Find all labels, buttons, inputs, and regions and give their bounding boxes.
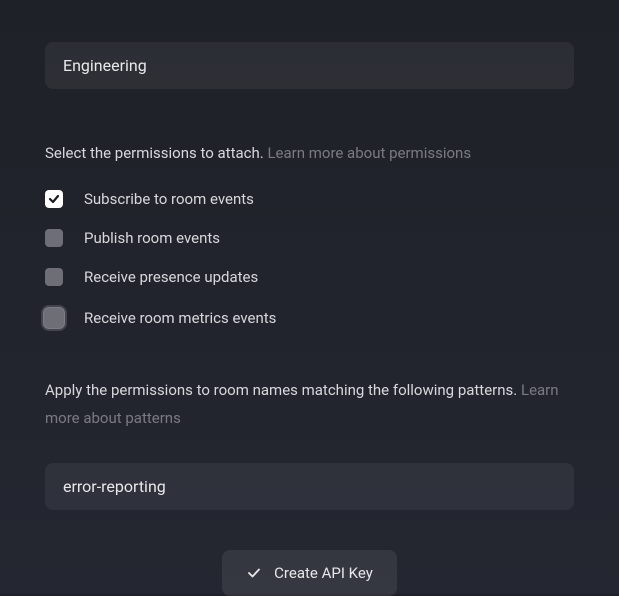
permission-publish-room-events[interactable]: Publish room events xyxy=(45,229,574,247)
permission-label: Publish room events xyxy=(84,229,220,247)
check-icon xyxy=(246,565,262,581)
submit-row: Create API Key xyxy=(45,550,574,596)
permission-subscribe-room-events[interactable]: Subscribe to room events xyxy=(45,190,574,208)
pattern-input[interactable] xyxy=(45,463,574,510)
create-button-label: Create API Key xyxy=(274,564,373,582)
checkbox-unchecked-icon xyxy=(45,229,63,247)
patterns-label-text: Apply the permissions to room names matc… xyxy=(45,381,517,399)
permission-label: Receive room metrics events xyxy=(84,309,276,327)
learn-more-permissions-link[interactable]: Learn more about permissions xyxy=(267,144,471,162)
name-input[interactable] xyxy=(45,42,574,89)
checkbox-unchecked-icon xyxy=(45,268,63,286)
patterns-label: Apply the permissions to room names matc… xyxy=(45,377,574,433)
permissions-checkbox-group: Subscribe to room events Publish room ev… xyxy=(45,190,574,329)
permissions-label-text: Select the permissions to attach. xyxy=(45,144,264,162)
permission-label: Receive presence updates xyxy=(84,268,258,286)
checkbox-checked-icon xyxy=(45,190,63,208)
permissions-label: Select the permissions to attach. Learn … xyxy=(45,141,574,165)
permission-label: Subscribe to room events xyxy=(84,190,254,208)
checkbox-focused-icon xyxy=(43,307,65,329)
permission-receive-room-metrics-events[interactable]: Receive room metrics events xyxy=(45,307,574,329)
create-api-key-button[interactable]: Create API Key xyxy=(222,550,397,596)
permission-receive-presence-updates[interactable]: Receive presence updates xyxy=(45,268,574,286)
